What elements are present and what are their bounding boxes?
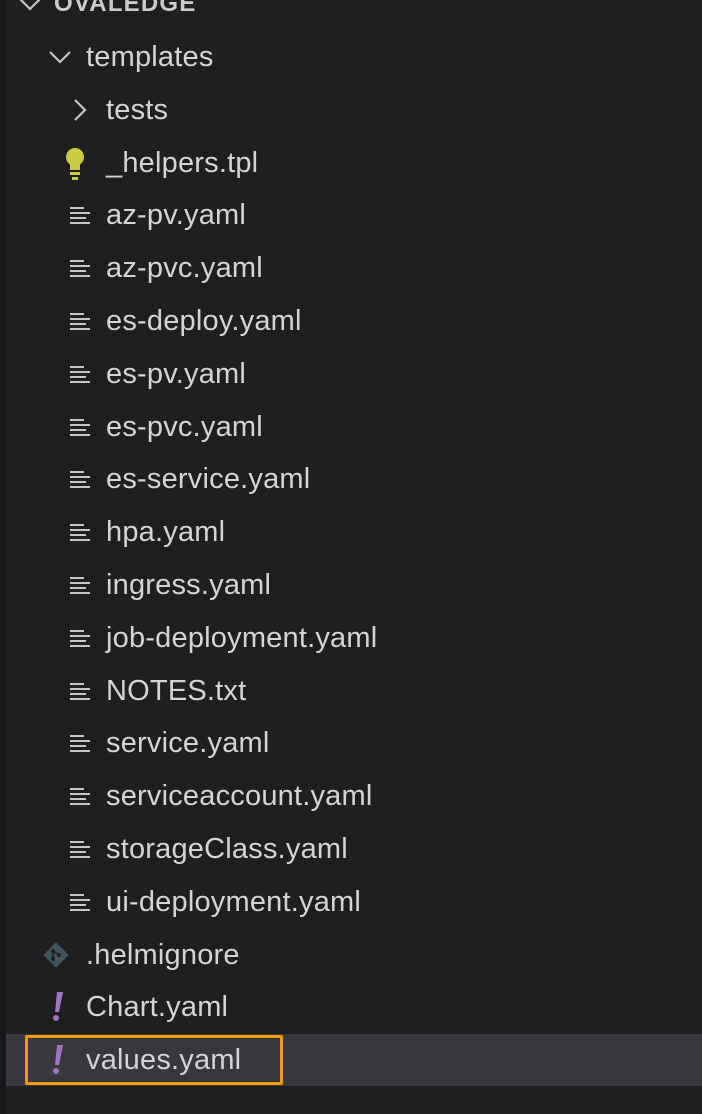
file-es-deploy-yaml[interactable]: es-deploy.yaml bbox=[6, 295, 702, 347]
file-label: .helmignore bbox=[86, 938, 240, 971]
text-lines-icon bbox=[68, 205, 92, 227]
file-explorer: OVALEDGE templates tests _helpers.tpl az… bbox=[0, 0, 702, 1114]
folder-templates[interactable]: templates bbox=[6, 31, 702, 83]
text-lines-icon bbox=[68, 522, 92, 544]
file-label: hpa.yaml bbox=[106, 515, 226, 548]
text-lines-icon bbox=[68, 364, 92, 386]
file-job-deployment-yaml[interactable]: job-deployment.yaml bbox=[6, 612, 702, 664]
file-values-yaml[interactable]: values.yaml bbox=[6, 1034, 702, 1086]
file-label: serviceaccount.yaml bbox=[106, 779, 373, 812]
text-lines-icon bbox=[68, 892, 92, 914]
file-az-pv-yaml[interactable]: az-pv.yaml bbox=[6, 189, 702, 241]
text-lines-icon bbox=[68, 733, 92, 755]
file-label: values.yaml bbox=[86, 1043, 242, 1076]
lightbulb-icon bbox=[62, 147, 88, 181]
chevron-down-icon bbox=[48, 49, 72, 65]
folder-tests[interactable]: tests bbox=[6, 84, 702, 136]
file-label: service.yaml bbox=[106, 726, 270, 759]
root-folder-label: OVALEDGE bbox=[54, 0, 197, 17]
text-lines-icon bbox=[68, 417, 92, 439]
folder-tests-label: tests bbox=[106, 93, 169, 126]
file-label: az-pvc.yaml bbox=[106, 251, 263, 284]
file-helmignore[interactable]: .helmignore bbox=[6, 929, 702, 981]
git-icon bbox=[42, 941, 70, 969]
file-serviceaccount-yaml[interactable]: serviceaccount.yaml bbox=[6, 770, 702, 822]
file-service-yaml[interactable]: service.yaml bbox=[6, 717, 702, 769]
file-label: NOTES.txt bbox=[106, 674, 247, 707]
file-label: es-pvc.yaml bbox=[106, 410, 263, 443]
file-label: storageClass.yaml bbox=[106, 832, 348, 865]
file-az-pvc-yaml[interactable]: az-pvc.yaml bbox=[6, 242, 702, 294]
exclamation-icon bbox=[48, 1044, 68, 1076]
folder-templates-label: templates bbox=[86, 40, 214, 73]
text-lines-icon bbox=[68, 258, 92, 280]
file-label: az-pv.yaml bbox=[106, 198, 247, 231]
file-label: es-service.yaml bbox=[106, 462, 311, 495]
chevron-down-icon bbox=[18, 0, 42, 14]
text-lines-icon bbox=[68, 681, 92, 703]
file-es-service-yaml[interactable]: es-service.yaml bbox=[6, 453, 702, 505]
file-label: es-pv.yaml bbox=[106, 357, 247, 390]
text-lines-icon bbox=[68, 311, 92, 333]
file-storageclass-yaml[interactable]: storageClass.yaml bbox=[6, 823, 702, 875]
file-label: ingress.yaml bbox=[106, 568, 272, 601]
file-ui-deployment-yaml[interactable]: ui-deployment.yaml bbox=[6, 876, 702, 928]
file-label: es-deploy.yaml bbox=[106, 304, 302, 337]
file-chart-yaml[interactable]: Chart.yaml bbox=[6, 981, 702, 1033]
file-hpa-yaml[interactable]: hpa.yaml bbox=[6, 506, 702, 558]
text-lines-icon bbox=[68, 786, 92, 808]
file-notes-txt[interactable]: NOTES.txt bbox=[6, 665, 702, 717]
file-helpers-tpl[interactable]: _helpers.tpl bbox=[6, 137, 702, 189]
file-es-pvc-yaml[interactable]: es-pvc.yaml bbox=[6, 401, 702, 453]
text-lines-icon bbox=[68, 469, 92, 491]
file-label: _helpers.tpl bbox=[106, 146, 259, 179]
chevron-right-icon bbox=[72, 98, 88, 122]
file-label: job-deployment.yaml bbox=[106, 621, 378, 654]
file-label: Chart.yaml bbox=[86, 990, 229, 1023]
exclamation-icon bbox=[48, 991, 68, 1023]
file-label: ui-deployment.yaml bbox=[106, 885, 362, 918]
text-lines-icon bbox=[68, 839, 92, 861]
file-es-pv-yaml[interactable]: es-pv.yaml bbox=[6, 348, 702, 400]
text-lines-icon bbox=[68, 575, 92, 597]
text-lines-icon bbox=[68, 628, 92, 650]
root-folder-ovaledge[interactable]: OVALEDGE bbox=[6, 0, 702, 30]
file-ingress-yaml[interactable]: ingress.yaml bbox=[6, 559, 702, 611]
